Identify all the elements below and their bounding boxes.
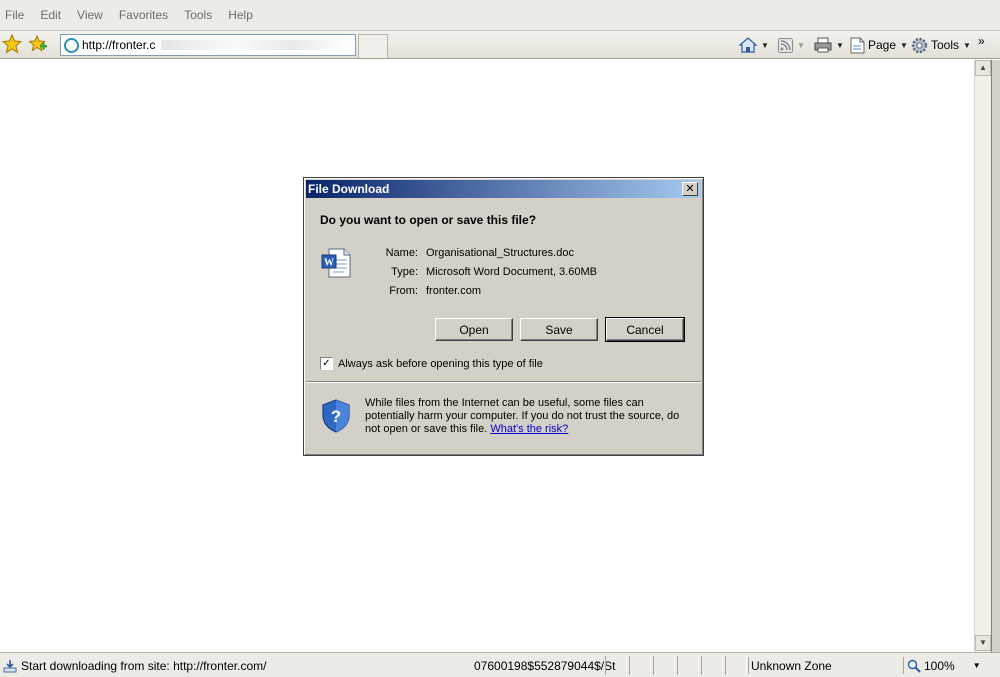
status-pane-6 [725,656,747,675]
status-pane-2 [629,656,651,675]
home-dropdown-icon[interactable]: ▼ [761,41,769,50]
status-tail: 07600198$552879044$/St [474,657,615,674]
vertical-scrollbar[interactable]: ▲ ▼ [974,60,991,652]
feeds-dropdown-icon[interactable]: ▼ [797,41,805,50]
feeds-button[interactable]: ▼ [778,36,805,54]
svg-text:?: ? [331,407,341,426]
status-bar: Start downloading from site: http://fron… [0,652,1000,677]
dialog-title: File Download [308,182,390,196]
toolbar-overflow-chevron[interactable]: » [978,34,985,48]
page-globe-icon [64,37,79,53]
tools-dropdown-icon: ▼ [963,40,971,50]
status-pane-3 [653,656,675,675]
file-source-label: From: [389,285,418,297]
menu-edit[interactable]: Edit [40,8,61,22]
status-pane-5 [701,656,723,675]
file-download-dialog: File Download ✕ Do you want to open or s… [303,177,704,456]
scroll-down-arrow-icon[interactable]: ▼ [975,635,991,651]
security-shield-icon: ? [322,399,350,433]
dialog-titlebar[interactable]: File Download ✕ [306,180,701,198]
file-name-value: Organisational_Structures.doc [426,247,574,259]
menu-view[interactable]: View [77,8,103,22]
always-ask-option[interactable]: ✓ Always ask before opening this type of… [320,357,543,370]
menu-help[interactable]: Help [228,8,253,22]
tools-menu-button[interactable]: Tools ▼ [911,36,971,54]
page-menu-label: Page [868,38,897,52]
scroll-up-arrow-icon[interactable]: ▲ [975,60,991,76]
gear-icon [911,37,928,53]
tools-menu-label: Tools [931,38,960,52]
new-tab-button[interactable] [358,34,388,58]
open-button[interactable]: Open [435,318,513,341]
magnifier-icon [907,659,921,673]
security-warning: While files from the Internet can be use… [365,397,693,436]
always-ask-label[interactable]: Always ask before opening this type of f… [338,358,543,370]
status-text: Start downloading from site: http://fron… [21,658,267,673]
zoom-control[interactable]: 100% ▼ [903,657,981,674]
file-name-row: Name: Organisational_Structures.doc [304,247,704,263]
save-button[interactable]: Save [520,318,598,341]
address-redacted [161,40,349,50]
address-url: http://fronter.c [82,38,156,52]
print-dropdown-icon[interactable]: ▼ [836,41,844,50]
rss-feed-icon [778,37,793,53]
home-icon [739,37,757,53]
file-type-label: Type: [391,266,418,278]
menu-bar: File Edit View Favorites Tools Help [0,0,1000,31]
dialog-close-icon[interactable]: ✕ [682,182,698,196]
menu-file[interactable]: File [5,8,24,22]
printer-icon [814,37,832,53]
file-source-value: fronter.com [426,285,482,297]
add-favorites-icon[interactable] [28,34,48,54]
menu-tools[interactable]: Tools [184,8,212,22]
print-button[interactable]: ▼ [814,36,844,54]
window-right-edge [991,60,1000,652]
file-source-row: From: fronter.com [304,285,704,301]
cancel-button[interactable]: Cancel [605,317,685,342]
dialog-divider [306,381,701,383]
address-bar[interactable]: http://fronter.c [60,34,356,56]
status-pane-1 [605,656,627,675]
status-tail-text: 07600198$552879044$/St [474,658,616,673]
zoom-dropdown-icon[interactable]: ▼ [973,661,981,670]
file-type-value: Microsoft Word Document, 3.60MB [426,266,597,278]
menu-favorites[interactable]: Favorites [119,8,168,22]
status-message: Start downloading from site: http://fron… [3,657,266,674]
page-icon [850,37,865,53]
file-name-label: Name: [385,247,418,259]
dialog-question: Do you want to open or save this file? [320,213,537,227]
home-button[interactable]: ▼ [739,36,769,54]
zone-label: Unknown Zone [751,658,832,673]
security-zone[interactable]: Unknown Zone [748,657,898,674]
command-toolbar: http://fronter.c ▼ ▼ ▼ Page ▼ Tools ▼ » [0,31,1000,59]
whats-the-risk-link[interactable]: What's the risk? [490,423,568,435]
status-pane-4 [677,656,699,675]
page-dropdown-icon: ▼ [900,40,908,50]
page-menu-button[interactable]: Page ▼ [850,36,908,54]
zoom-level: 100% [924,658,955,673]
download-status-icon [3,659,17,672]
favorites-star-icon[interactable] [2,34,22,54]
always-ask-checkbox[interactable]: ✓ [320,357,333,370]
file-type-row: Type: Microsoft Word Document, 3.60MB [304,266,704,282]
